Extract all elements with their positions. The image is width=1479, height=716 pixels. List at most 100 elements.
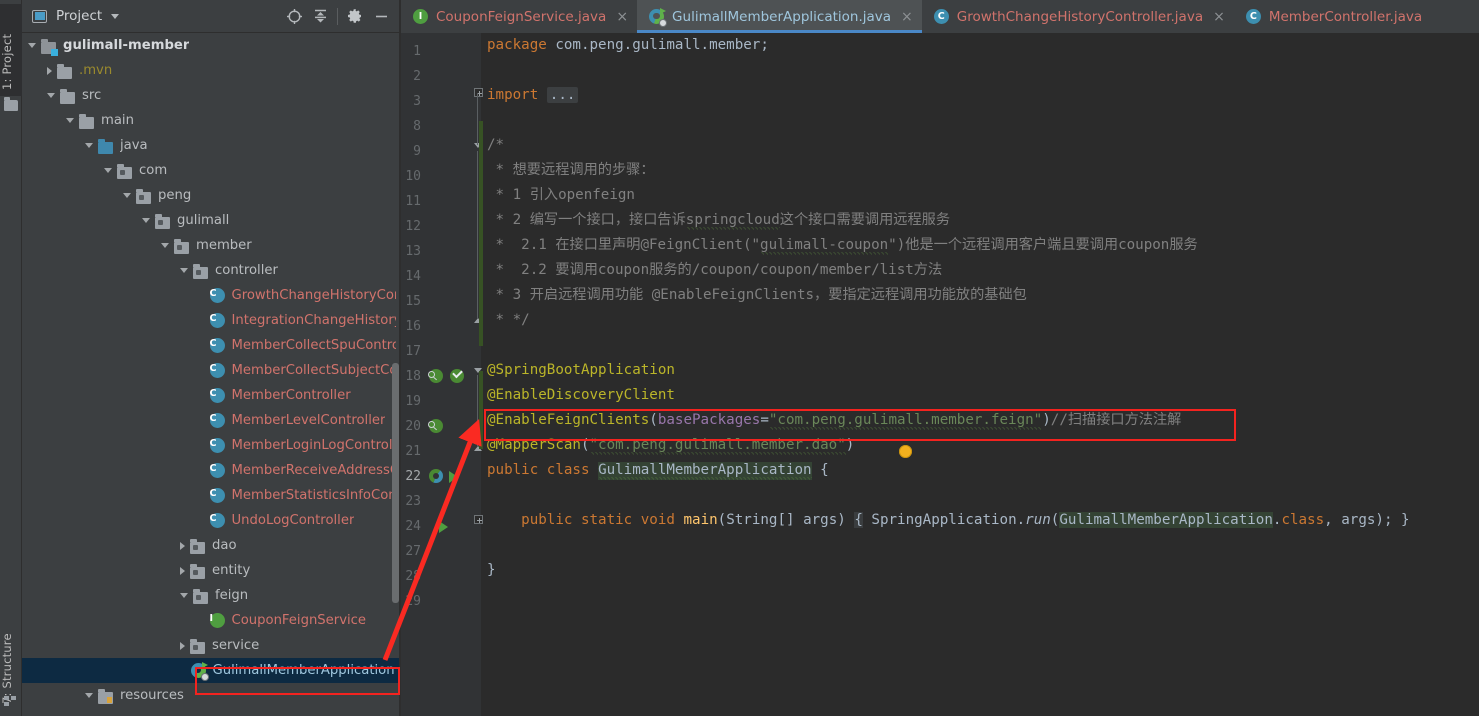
tree-item-peng[interactable]: peng xyxy=(22,183,400,208)
collapse-all-icon[interactable] xyxy=(307,3,333,29)
scrollbar-thumb[interactable] xyxy=(392,363,399,603)
close-icon[interactable]: × xyxy=(616,10,628,24)
folder-icon xyxy=(60,88,76,104)
chevron-down-icon[interactable] xyxy=(111,13,120,19)
chevron-right-icon[interactable] xyxy=(180,566,185,575)
tree-item-membercontroller[interactable]: C MemberController xyxy=(22,383,400,408)
tree-item-memberstatisticsinfocontroller[interactable]: C MemberStatisticsInfoController xyxy=(22,483,400,508)
code-line[interactable]: @EnableFeignClients(basePackages="com.pe… xyxy=(487,408,1181,433)
code-line[interactable]: /* xyxy=(487,133,504,158)
code-line[interactable]: * 2.2 要调用coupon服务的/coupon/coupon/member/… xyxy=(487,258,943,283)
tree-item-label: gulimall-member xyxy=(63,38,190,53)
tree-item-integrationchangehistorycontroller[interactable]: C IntegrationChangeHistoryController xyxy=(22,308,400,333)
chevron-down-icon[interactable] xyxy=(161,243,169,248)
code-line[interactable]: * 1 引入openfeign xyxy=(487,183,635,208)
tree-item-dao[interactable]: dao xyxy=(22,533,400,558)
tree-item--mvn[interactable]: .mvn xyxy=(22,58,400,83)
tree-item-src[interactable]: src xyxy=(22,83,400,108)
code-line[interactable]: import ... xyxy=(487,83,579,108)
spring-boot-class-icon xyxy=(190,661,209,681)
left-tool-window-strip: 1: Project 7: Structure xyxy=(0,0,22,716)
project-tree[interactable]: gulimall-member .mvn src main java com peng gul… xyxy=(22,33,400,716)
chevron-down-icon[interactable] xyxy=(66,118,74,123)
locate-icon[interactable] xyxy=(281,3,307,29)
chevron-down-icon[interactable] xyxy=(142,218,150,223)
code-line[interactable]: * 2.1 在接口里声明@FeignClient("gulimall-coupo… xyxy=(487,233,1198,258)
tree-item-entity[interactable]: entity xyxy=(22,558,400,583)
spring-bean-icon[interactable] xyxy=(428,419,444,434)
chevron-down-icon[interactable] xyxy=(85,693,93,698)
tree-item-label: MemberLevelController xyxy=(231,413,386,428)
tree-item-undologcontroller[interactable]: C UndoLogController xyxy=(22,508,400,533)
tree-item-service[interactable]: service xyxy=(22,633,400,658)
close-icon[interactable]: × xyxy=(901,10,913,24)
chevron-right-icon[interactable] xyxy=(47,66,52,75)
tree-item-gulimall[interactable]: gulimall xyxy=(22,208,400,233)
tree-item-feign[interactable]: feign xyxy=(22,583,400,608)
run-arrow-icon[interactable] xyxy=(439,521,448,533)
tree-item-memberlevelcontroller[interactable]: C MemberLevelController xyxy=(22,408,400,433)
editor-gutter[interactable]: 1 2 3 8 9 10 11 12 13 14 15 16 17 18 19 20 21 22 23 24 27 28 2… xyxy=(401,33,483,716)
java-class-icon: C xyxy=(209,437,226,454)
tool-window-tab-project[interactable]: 1: Project xyxy=(0,4,22,96)
run-arrow-icon[interactable] xyxy=(449,471,458,483)
intention-bulb-icon[interactable] xyxy=(899,445,912,458)
code-line[interactable]: * 2 编写一个接口，接口告诉springcloud这个接口需要调用远程服务 xyxy=(487,208,950,233)
tree-item-memberloginlogcontroller[interactable]: C MemberLoginLogController xyxy=(22,433,400,458)
code-line[interactable]: * */ xyxy=(487,308,530,333)
ide-window: 1: Project 7: Structure Project gulimall… xyxy=(0,0,1479,716)
chevron-down-icon[interactable] xyxy=(104,168,112,173)
code-line[interactable]: package com.peng.gulimall.member; xyxy=(487,33,769,58)
chevron-down-icon[interactable] xyxy=(180,593,188,598)
tree-item-membercollectsubjectcontroller[interactable]: C MemberCollectSubjectController xyxy=(22,358,400,383)
chevron-down-icon[interactable] xyxy=(28,43,36,48)
editor-tab-gulimallmemberapplication[interactable]: GulimallMemberApplication.java × xyxy=(637,0,922,33)
line-number: 22 xyxy=(405,469,421,484)
tree-item-controller[interactable]: controller xyxy=(22,258,400,283)
code-line[interactable]: public static void main(String[] args) {… xyxy=(487,508,1410,533)
tree-item-gulimallmemberapplication[interactable]: GulimallMemberApplication xyxy=(22,658,400,683)
spring-bean-icon[interactable] xyxy=(428,369,444,384)
spring-bean-check-icon[interactable] xyxy=(450,367,465,384)
chevron-down-icon[interactable] xyxy=(47,93,55,98)
chevron-down-icon[interactable] xyxy=(180,268,188,273)
editor-tab-growthchangehistorycontroller[interactable]: C GrowthChangeHistoryController.java × xyxy=(922,0,1234,33)
code-line[interactable]: } xyxy=(487,558,496,583)
line-number: 11 xyxy=(405,194,421,209)
tree-item-growthchangehistorycontroller[interactable]: C GrowthChangeHistoryController xyxy=(22,283,400,308)
code-line[interactable]: public class GulimallMemberApplication { xyxy=(487,458,829,483)
gear-icon[interactable] xyxy=(342,3,368,29)
tree-item-com[interactable]: com xyxy=(22,158,400,183)
structure-icon xyxy=(4,696,18,708)
close-icon[interactable]: × xyxy=(1213,10,1225,24)
code-line[interactable]: * 3 开启远程调用功能 @EnableFeignClients，要指定远程调用… xyxy=(487,283,1027,308)
tree-item-gulimall-member[interactable]: gulimall-member xyxy=(22,33,400,58)
chevron-down-icon[interactable] xyxy=(123,193,131,198)
editor-tab-membercontroller[interactable]: C MemberController.java xyxy=(1234,0,1431,33)
line-number: 29 xyxy=(405,594,421,609)
code-line[interactable]: @MapperScan("com.peng.gulimall.member.da… xyxy=(487,433,854,458)
chevron-right-icon[interactable] xyxy=(180,641,185,650)
editor-tab-couponfeignservice[interactable]: I CouponFeignService.java × xyxy=(401,0,637,33)
tree-item-member[interactable]: member xyxy=(22,233,400,258)
hide-icon[interactable] xyxy=(368,3,394,29)
chevron-down-icon[interactable] xyxy=(85,143,93,148)
spring-boot-run-icon[interactable] xyxy=(429,469,444,484)
tree-item-memberreceiveaddresscontroller[interactable]: C MemberReceiveAddressController xyxy=(22,458,400,483)
tree-item-couponfeignservice[interactable]: I CouponFeignService xyxy=(22,608,400,633)
code-line[interactable]: @EnableDiscoveryClient xyxy=(487,383,675,408)
tree-item-label: UndoLogController xyxy=(231,513,355,528)
tree-item-label: GulimallMemberApplication xyxy=(212,663,395,678)
tree-item-label: java xyxy=(120,138,148,153)
code-editor[interactable]: 1 2 3 8 9 10 11 12 13 14 15 16 17 18 19 20 21 22 23 24 27 28 2… xyxy=(401,33,1479,716)
chevron-right-icon[interactable] xyxy=(180,541,185,550)
tree-item-java[interactable]: java xyxy=(22,133,400,158)
code-content[interactable]: package com.peng.gulimall.member; import … xyxy=(481,33,1479,716)
java-class-icon: C xyxy=(209,362,226,379)
code-line[interactable]: * 想要远程调用的步骤： xyxy=(487,158,655,183)
line-number: 16 xyxy=(405,319,421,334)
tree-item-resources[interactable]: resources xyxy=(22,683,400,708)
tree-item-main[interactable]: main xyxy=(22,108,400,133)
code-line[interactable]: @SpringBootApplication xyxy=(487,358,675,383)
tree-item-membercollectspucontroller[interactable]: C MemberCollectSpuController xyxy=(22,333,400,358)
